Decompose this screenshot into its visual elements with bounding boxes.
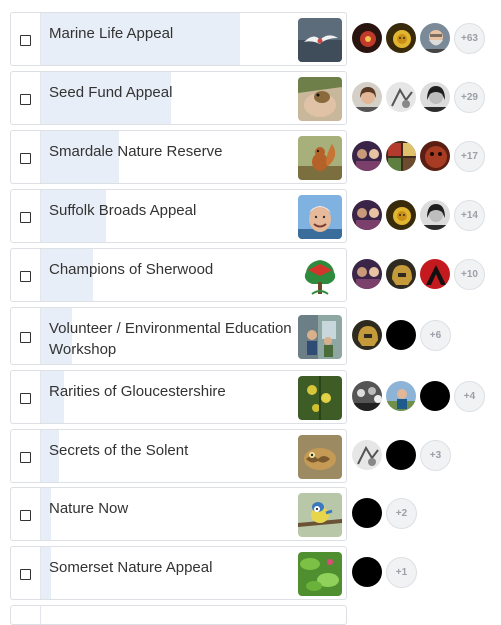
- select-checkbox[interactable]: [20, 569, 31, 580]
- appeal-row: Nature Now +2: [0, 487, 501, 541]
- appeal-row: Secrets of the Solent +3: [0, 429, 501, 483]
- appeal-card[interactable]: Volunteer / Environmental Education Work…: [10, 307, 347, 365]
- appeal-card[interactable]: Somerset Nature Appeal: [10, 546, 347, 600]
- appeal-title[interactable]: Rarities of Gloucestershire: [49, 381, 294, 402]
- appeal-title[interactable]: Marine Life Appeal: [49, 23, 294, 44]
- black-avatar[interactable]: [351, 497, 383, 529]
- select-checkbox[interactable]: [20, 212, 31, 223]
- more-supporters-badge[interactable]: +63: [454, 23, 485, 54]
- appeal-title[interactable]: Somerset Nature Appeal: [49, 557, 294, 578]
- sun-emblem-avatar[interactable]: [385, 22, 417, 54]
- appeal-card[interactable]: Rarities of Gloucestershire: [10, 370, 347, 424]
- appeal-card[interactable]: Marine Life Appeal: [10, 12, 347, 66]
- appeal-card[interactable]: Smardale Nature Reserve: [10, 130, 347, 184]
- row-divider: [40, 430, 41, 482]
- appeal-card[interactable]: Secrets of the Solent: [10, 429, 347, 483]
- select-checkbox[interactable]: [20, 94, 31, 105]
- row-divider: [40, 72, 41, 124]
- row-divider: [40, 606, 41, 624]
- more-supporters-badge[interactable]: +10: [454, 259, 485, 290]
- workshop-group-thumbnail: [298, 315, 342, 359]
- black-avatar[interactable]: [385, 319, 417, 351]
- grey-sketch-avatar[interactable]: [385, 81, 417, 113]
- smiling-man-thumbnail: [298, 195, 342, 239]
- more-supporters-badge[interactable]: +4: [454, 381, 485, 412]
- black-avatar[interactable]: [419, 380, 451, 412]
- hand-with-dormouse-thumbnail: [298, 77, 342, 121]
- red-flower-avatar[interactable]: [351, 22, 383, 54]
- appeal-title[interactable]: Suffolk Broads Appeal: [49, 200, 294, 221]
- row-divider: [40, 13, 41, 65]
- row-divider: [40, 488, 41, 540]
- black-avatar[interactable]: [385, 439, 417, 471]
- appeal-row: Rarities of Gloucestershire +4: [0, 370, 501, 424]
- cuttlefish-thumbnail: [298, 435, 342, 479]
- more-supporters-badge[interactable]: +29: [454, 82, 485, 113]
- red-fur-avatar[interactable]: [419, 140, 451, 172]
- tree-logo-thumbnail: [298, 254, 342, 298]
- blue-tit-thumbnail: [298, 493, 342, 537]
- mixed-people-avatar[interactable]: [351, 258, 383, 290]
- appeal-title[interactable]: Nature Now: [49, 498, 294, 519]
- more-supporters-badge[interactable]: +14: [454, 200, 485, 231]
- appeal-row: Volunteer / Environmental Education Work…: [0, 307, 501, 365]
- grey-sketch-avatar[interactable]: [351, 439, 383, 471]
- seabird-flight-thumbnail: [298, 18, 342, 62]
- appeal-title[interactable]: Seed Fund Appeal: [49, 82, 294, 103]
- woman-portrait-avatar[interactable]: [351, 81, 383, 113]
- appeal-row: Somerset Nature Appeal +1: [0, 546, 501, 600]
- select-checkbox[interactable]: [20, 271, 31, 282]
- appeal-row: Seed Fund Appeal +29: [0, 71, 501, 125]
- row-divider: [40, 131, 41, 183]
- select-checkbox[interactable]: [20, 393, 31, 404]
- bearded-man-avatar[interactable]: [419, 22, 451, 54]
- select-checkbox[interactable]: [20, 510, 31, 521]
- appeal-card[interactable]: Nature Now: [10, 487, 347, 541]
- appeal-row: Suffolk Broads Appeal +14: [0, 189, 501, 243]
- warrior-helmet-avatar[interactable]: [351, 319, 383, 351]
- row-divider: [40, 249, 41, 301]
- appeal-title[interactable]: Volunteer / Environmental Education Work…: [49, 318, 294, 360]
- more-supporters-badge[interactable]: +3: [420, 440, 451, 471]
- row-divider: [40, 547, 41, 599]
- select-checkbox[interactable]: [20, 153, 31, 164]
- appeal-row: Marine Life Appeal +63: [0, 12, 501, 66]
- more-supporters-badge[interactable]: +1: [386, 557, 417, 588]
- more-supporters-badge[interactable]: +17: [454, 141, 485, 172]
- warrior-helmet-avatar[interactable]: [385, 258, 417, 290]
- appeal-title[interactable]: Secrets of the Solent: [49, 440, 294, 461]
- yellow-orchid-thumbnail: [298, 376, 342, 420]
- more-supporters-badge[interactable]: +2: [386, 498, 417, 529]
- collage-avatar[interactable]: [385, 140, 417, 172]
- mixed-people-avatar[interactable]: [351, 199, 383, 231]
- select-checkbox[interactable]: [20, 35, 31, 46]
- crowd-bw-avatar[interactable]: [351, 380, 383, 412]
- appeal-card[interactable]: Seed Fund Appeal: [10, 71, 347, 125]
- appeal-row: Champions of Sherwood +10: [0, 248, 501, 302]
- hiker-avatar[interactable]: [385, 380, 417, 412]
- appeal-title[interactable]: Champions of Sherwood: [49, 259, 294, 280]
- sun-emblem-avatar[interactable]: [385, 199, 417, 231]
- red-squirrel-thumbnail: [298, 136, 342, 180]
- woman-bw-avatar[interactable]: [419, 81, 451, 113]
- more-supporters-badge[interactable]: +6: [420, 320, 451, 351]
- appeal-row: Smardale Nature Reserve +17: [0, 130, 501, 184]
- appeal-title[interactable]: Smardale Nature Reserve: [49, 141, 294, 162]
- black-avatar[interactable]: [351, 556, 383, 588]
- appeal-card[interactable]: Suffolk Broads Appeal: [10, 189, 347, 243]
- row-divider: [40, 371, 41, 423]
- select-checkbox[interactable]: [20, 332, 31, 343]
- select-checkbox[interactable]: [20, 452, 31, 463]
- appeal-card-partial[interactable]: [10, 605, 347, 625]
- mixed-people-avatar[interactable]: [351, 140, 383, 172]
- appeal-card[interactable]: Champions of Sherwood: [10, 248, 347, 302]
- row-divider: [40, 308, 41, 364]
- red-letter-a-avatar[interactable]: [419, 258, 451, 290]
- row-divider: [40, 190, 41, 242]
- green-leaves-thumbnail: [298, 552, 342, 596]
- woman-bw-avatar[interactable]: [419, 199, 451, 231]
